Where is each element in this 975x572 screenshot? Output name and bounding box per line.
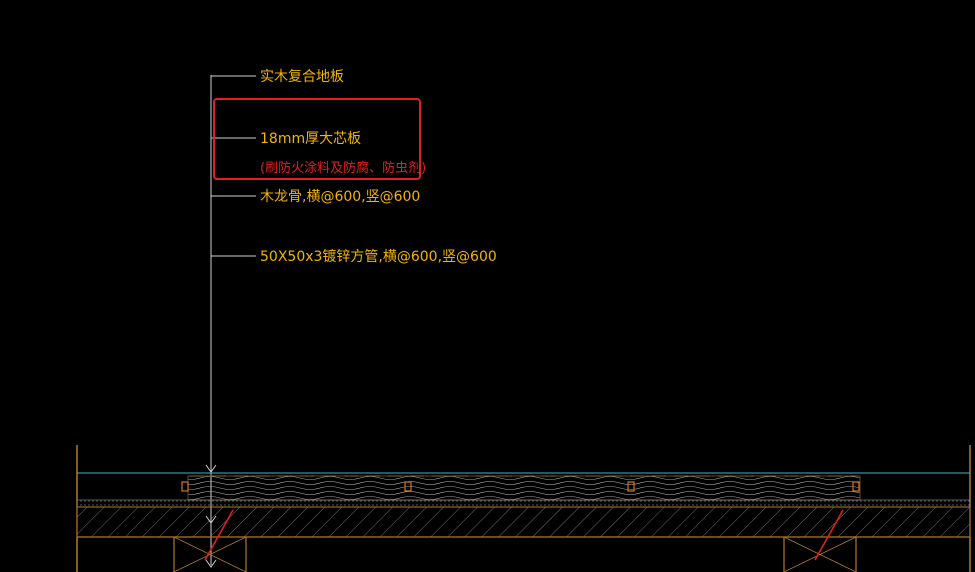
annotation-steel-tube[interactable]: 50X50x3镀锌方管,横@600,竖@600 (260, 248, 497, 265)
joist-marker-1 (181, 481, 189, 492)
annotation-solid-wood-floor[interactable]: 实木复合地板 (260, 68, 344, 85)
annotation-fireproof-note[interactable]: (刷防火涂料及防腐、防虫剂) (260, 160, 426, 176)
annotation-blockboard[interactable]: 18mm厚大芯板 (260, 131, 361, 147)
beam-right (783, 536, 857, 572)
cad-drawing-canvas[interactable]: 实木复合地板 18mm厚大芯板 (刷防火涂料及防腐、防虫剂) 木龙骨,横@600… (0, 0, 975, 572)
screed-layer (76, 499, 971, 508)
beam-left (173, 536, 247, 572)
annotation-wood-joist[interactable]: 木龙骨,横@600,竖@600 (260, 189, 420, 205)
wood-board-layer (187, 475, 861, 501)
